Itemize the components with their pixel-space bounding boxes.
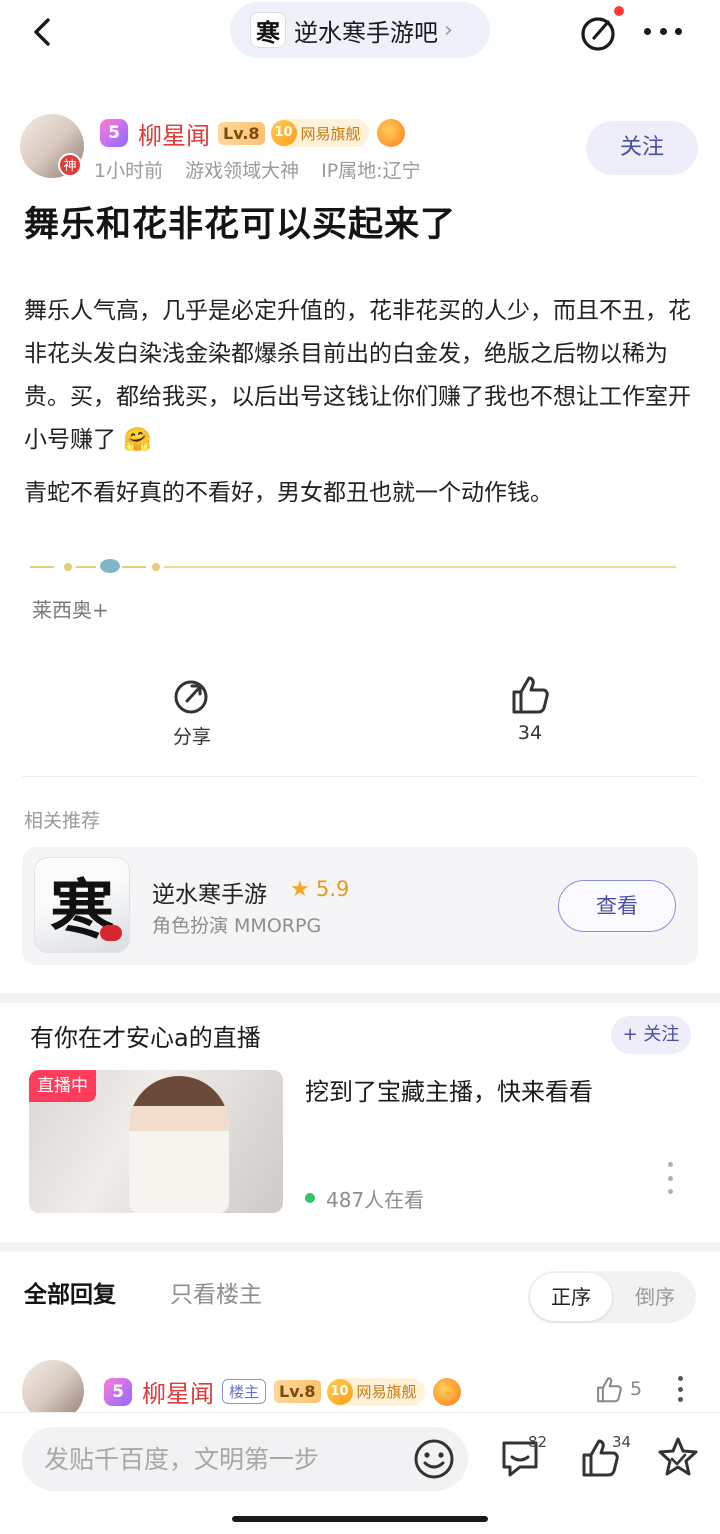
avatar-badge: 神 bbox=[58, 153, 82, 177]
top-nav: 寒 逆水寒手游吧 › bbox=[0, 0, 720, 64]
online-dot-icon bbox=[305, 1193, 315, 1203]
share-label: 分享 bbox=[172, 726, 211, 748]
like-count: 34 bbox=[517, 722, 543, 744]
favorite-star-icon[interactable] bbox=[656, 1435, 700, 1479]
netease-level: 10 bbox=[270, 120, 297, 146]
section-gap bbox=[0, 993, 720, 1003]
tab-all-replies[interactable]: 全部回复 bbox=[24, 1275, 116, 1309]
post-paragraph: 舞乐人气高，几乎是必定升值的，花非花买的人少，而且不丑，花非花头发白染浅金染都爆… bbox=[24, 298, 691, 453]
share-icon bbox=[174, 680, 208, 714]
netease-level: 10 bbox=[326, 1378, 353, 1405]
reply-author-name[interactable]: 柳星闻 bbox=[142, 1374, 214, 1409]
post-paragraph: 青蛇不看好真的不看好，男女都丑也就一个动作钱。 bbox=[24, 480, 553, 506]
author-name[interactable]: 柳星闻 bbox=[138, 116, 210, 151]
level-badge: Lv.8 bbox=[274, 1380, 321, 1403]
game-medal-icon bbox=[432, 1377, 461, 1406]
edit-post-icon[interactable] bbox=[578, 10, 622, 54]
view-game-button[interactable]: 查看 bbox=[558, 880, 676, 932]
ornament-divider bbox=[30, 559, 676, 573]
sort-ascending[interactable]: 正序 bbox=[530, 1273, 612, 1321]
post-title: 舞乐和花非花可以买起来了 bbox=[24, 205, 457, 245]
like-button[interactable]: 34 bbox=[488, 672, 572, 744]
netease-badge-label: 网易旗舰 bbox=[356, 1383, 417, 1401]
sort-descending[interactable]: 倒序 bbox=[614, 1273, 696, 1321]
live-thumbnail[interactable]: 直播中 bbox=[29, 1070, 283, 1213]
thumbs-up-icon bbox=[597, 1377, 622, 1403]
game-category: 角色扮演 MMORPG bbox=[152, 915, 322, 937]
follow-button[interactable]: 关注 bbox=[586, 121, 698, 175]
streamer-image bbox=[129, 1076, 229, 1213]
thumbs-up-icon bbox=[512, 676, 549, 714]
notification-dot bbox=[614, 6, 624, 16]
forum-name: 逆水寒手游吧 bbox=[294, 18, 438, 47]
game-medal-icon bbox=[376, 119, 405, 147]
sort-toggle: 正序 倒序 bbox=[528, 1271, 696, 1323]
live-viewers: 487人在看 bbox=[326, 1188, 425, 1212]
chevron-right-icon: › bbox=[444, 17, 453, 43]
game-rating: 5.9 bbox=[316, 877, 350, 901]
netease-badge: 10 网易旗舰 bbox=[326, 1377, 425, 1406]
divider bbox=[22, 776, 698, 777]
reply-author-info: 5 柳星闻 楼主 Lv.8 10 网易旗舰 bbox=[104, 1374, 461, 1409]
level-badge: Lv.8 bbox=[218, 121, 265, 145]
tab-host-only[interactable]: 只看楼主 bbox=[170, 1275, 262, 1309]
live-title[interactable]: 有你在才安心a的直播 bbox=[30, 1018, 261, 1053]
section-gap bbox=[0, 1242, 720, 1252]
share-button[interactable]: 分享 bbox=[150, 676, 234, 749]
reply-input-pill[interactable] bbox=[22, 1427, 468, 1491]
game-name: 逆水寒手游 bbox=[152, 882, 267, 908]
host-tag: 楼主 bbox=[222, 1379, 267, 1404]
forum-link[interactable]: 寒 逆水寒手游吧 › bbox=[230, 2, 490, 58]
vip-icon: 5 bbox=[100, 119, 128, 147]
more-options-icon[interactable] bbox=[640, 14, 686, 48]
post-time: 1小时前 bbox=[94, 160, 164, 182]
author-info: 5 柳星闻 Lv.8 10 网易旗舰 bbox=[100, 116, 405, 150]
live-description[interactable]: 挖到了宝藏主播，快来看看 bbox=[305, 1072, 593, 1107]
reply-input[interactable] bbox=[44, 1427, 404, 1491]
netease-badge-label: 网易旗舰 bbox=[300, 124, 361, 143]
live-follow-button[interactable]: + 关注 bbox=[611, 1016, 691, 1054]
post-meta: 1小时前 游戏领域大神 IP属地:辽宁 bbox=[94, 156, 421, 183]
related-game-card[interactable]: 寒 逆水寒手游 ★ 5.9 角色扮演 MMORPG 查看 bbox=[22, 847, 698, 965]
like-count: 34 bbox=[612, 1433, 632, 1451]
vip-icon: 5 bbox=[104, 1377, 132, 1406]
reply-like-count: 5 bbox=[630, 1378, 643, 1400]
comment-count: 82 bbox=[528, 1433, 548, 1451]
author-title: 游戏领域大神 bbox=[185, 160, 300, 182]
live-badge: 直播中 bbox=[29, 1070, 96, 1102]
live-more-icon[interactable] bbox=[666, 1162, 674, 1194]
related-title: 相关推荐 bbox=[24, 810, 101, 832]
emoji-icon[interactable] bbox=[412, 1437, 456, 1481]
signature: 莱西奥+ bbox=[32, 598, 109, 622]
netease-logo-icon bbox=[100, 925, 122, 941]
reply-more-icon[interactable] bbox=[678, 1376, 684, 1402]
back-icon[interactable] bbox=[22, 10, 62, 54]
forum-logo: 寒 bbox=[250, 12, 286, 48]
ip-location: IP属地:辽宁 bbox=[321, 160, 421, 182]
netease-badge: 10 网易旗舰 bbox=[270, 119, 369, 147]
home-indicator bbox=[232, 1516, 488, 1522]
reply-like-button[interactable]: 5 bbox=[594, 1374, 642, 1404]
post-body: 舞乐人气高，几乎是必定升值的，花非花买的人少，而且不丑，花非花头发白染浅金染都爆… bbox=[24, 290, 699, 525]
star-icon: ★ bbox=[290, 877, 310, 902]
